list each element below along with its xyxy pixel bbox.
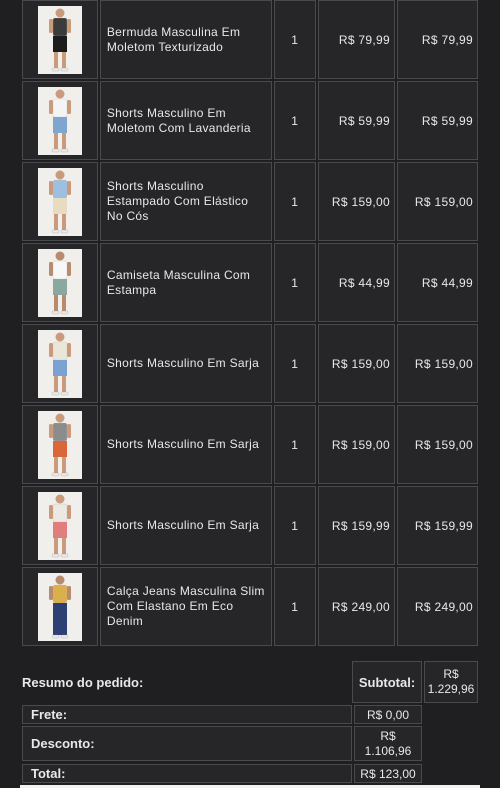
total-value-cell: R$ 123,00 — [354, 764, 422, 783]
item-image-cell — [22, 0, 98, 79]
subtotal-value-currency: R$ — [443, 667, 459, 681]
total-label: Total: — [31, 766, 66, 781]
item-quantity: 1 — [274, 567, 316, 646]
subtotal-value-cell: R$ 1.229,96 — [424, 661, 478, 703]
order-page: Bermuda Masculina Em Moletom Texturizado… — [0, 0, 500, 788]
item-image-cell — [22, 567, 98, 646]
item-image-cell — [22, 81, 98, 160]
product-photo-tshirt-white[interactable] — [37, 248, 82, 317]
total-label-cell: Total: — [22, 764, 352, 783]
summary-title: Resumo do pedido: — [22, 675, 144, 690]
item-total-price: R$ 159,99 — [396, 486, 478, 565]
item-unit-price: R$ 59,99 — [317, 81, 395, 160]
subtotal-label: Subtotal: — [358, 674, 416, 690]
frete-value: R$ 0,00 — [366, 707, 410, 722]
item-image-cell — [22, 162, 98, 241]
item-unit-price: R$ 159,00 — [317, 405, 395, 484]
item-unit-price: R$ 159,99 — [317, 486, 395, 565]
frete-label: Frete: — [31, 707, 68, 722]
order-item-row: Calça Jeans Masculina Slim Com Elastano … — [22, 567, 478, 646]
item-total-price: R$ 159,00 — [396, 405, 478, 484]
order-item-row: Shorts Masculino Em Sarja 1 R$ 159,00 R$… — [22, 324, 478, 403]
item-unit-price: R$ 249,00 — [317, 567, 395, 646]
order-item-row: Shorts Masculino Em Sarja 1 R$ 159,99 R$… — [22, 486, 478, 565]
item-unit-price: R$ 159,00 — [317, 162, 395, 241]
item-total-price: R$ 79,99 — [396, 0, 478, 79]
item-name[interactable]: Shorts Masculino Em Sarja — [99, 405, 272, 484]
product-photo-shorts-lightblue[interactable] — [37, 86, 82, 155]
item-unit-price: R$ 44,99 — [317, 243, 395, 322]
item-image-cell — [22, 486, 98, 565]
order-item-row: Shorts Masculino Em Sarja 1 R$ 159,00 R$… — [22, 405, 478, 484]
item-total-price: R$ 44,99 — [396, 243, 478, 322]
item-image-cell — [22, 243, 98, 322]
desconto-value-amount: 1.106,96 — [364, 743, 412, 758]
product-photo-shorts-orange[interactable] — [37, 410, 82, 479]
frete-label-cell: Frete: — [22, 705, 352, 724]
desconto-value-cell: R$ 1.106,96 — [354, 726, 422, 761]
order-item-row: Shorts Masculino Estampado Com Elástico … — [22, 162, 478, 241]
product-photo-bermuda-black[interactable] — [37, 5, 82, 74]
product-photo-shorts-pink[interactable] — [37, 491, 82, 560]
product-photo-shorts-blue[interactable] — [37, 329, 82, 398]
item-total-price: R$ 159,00 — [396, 324, 478, 403]
product-photo-jeans-blue[interactable] — [37, 572, 82, 641]
item-total-price: R$ 159,00 — [396, 162, 478, 241]
item-image-cell — [22, 405, 98, 484]
frete-value-cell: R$ 0,00 — [354, 705, 422, 724]
product-photo-shorts-beige[interactable] — [37, 167, 82, 236]
item-name[interactable]: Camiseta Masculina Com Estampa — [99, 243, 272, 322]
item-quantity: 1 — [274, 405, 316, 484]
item-name[interactable]: Shorts Masculino Em Sarja — [99, 486, 272, 565]
item-quantity: 1 — [274, 243, 316, 322]
item-name[interactable]: Shorts Masculino Em Sarja — [99, 324, 272, 403]
order-items-table: Bermuda Masculina Em Moletom Texturizado… — [20, 0, 480, 648]
order-item-row: Shorts Masculino Em Moletom Com Lavander… — [22, 81, 478, 160]
item-quantity: 1 — [274, 81, 316, 160]
item-quantity: 1 — [274, 162, 316, 241]
subtotal-value-amount: 1.229,96 — [427, 682, 475, 696]
subtotal-label-cell: Subtotal: — [352, 661, 422, 703]
item-quantity: 1 — [274, 486, 316, 565]
item-quantity: 1 — [274, 324, 316, 403]
item-quantity: 1 — [274, 0, 316, 79]
total-value: R$ 123,00 — [360, 766, 416, 781]
order-item-row: Bermuda Masculina Em Moletom Texturizado… — [22, 0, 478, 79]
item-image-cell — [22, 324, 98, 403]
order-item-row: Camiseta Masculina Com Estampa 1 R$ 44,9… — [22, 243, 478, 322]
item-total-price: R$ 249,00 — [396, 567, 478, 646]
item-name[interactable]: Shorts Masculino Em Moletom Com Lavander… — [99, 81, 272, 160]
item-unit-price: R$ 79,99 — [317, 0, 395, 79]
desconto-label-cell: Desconto: — [22, 726, 352, 761]
item-name[interactable]: Calça Jeans Masculina Slim Com Elastano … — [99, 567, 272, 646]
item-name[interactable]: Shorts Masculino Estampado Com Elástico … — [99, 162, 272, 241]
desconto-value-currency: R$ — [380, 728, 396, 743]
desconto-label: Desconto: — [31, 736, 95, 751]
item-total-price: R$ 59,99 — [396, 81, 478, 160]
item-unit-price: R$ 159,00 — [317, 324, 395, 403]
item-name[interactable]: Bermuda Masculina Em Moletom Texturizado — [99, 0, 272, 79]
